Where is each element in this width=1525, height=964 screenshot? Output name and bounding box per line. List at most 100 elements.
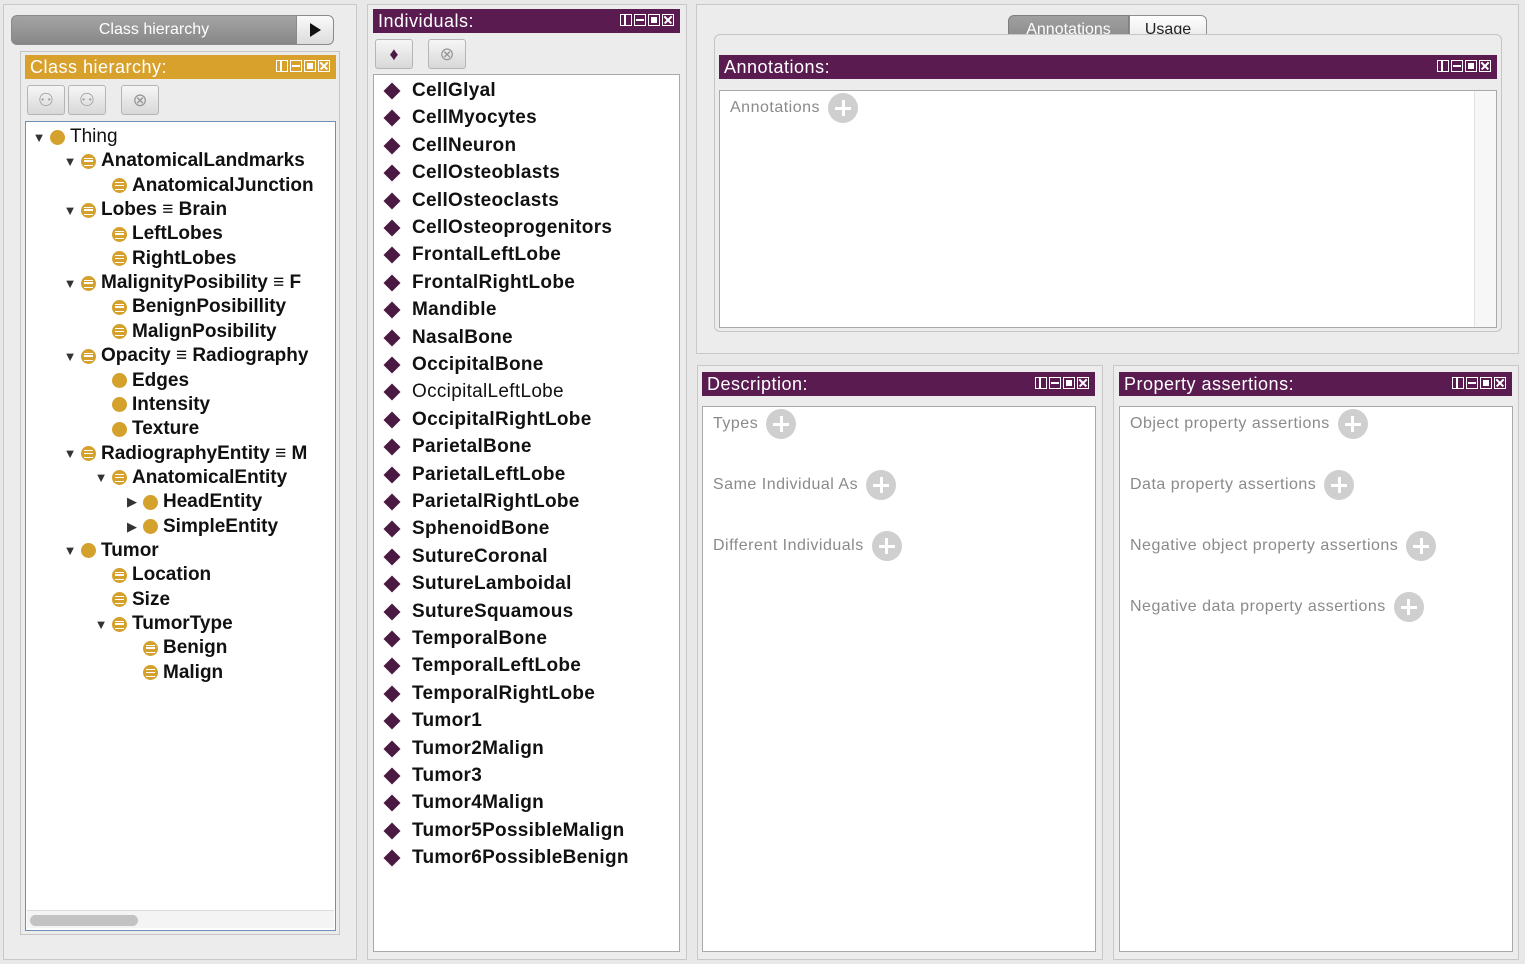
individual-item[interactable]: SutureCoronal	[382, 544, 548, 570]
individual-item[interactable]: NasalBone	[382, 325, 513, 351]
object-property-section: Object property assertions	[1130, 409, 1368, 439]
add-same-individual-icon[interactable]	[866, 470, 897, 500]
collapse-icon[interactable]: ▼	[90, 617, 112, 632]
class-icon	[112, 421, 127, 437]
window-controls[interactable]	[1452, 377, 1506, 389]
add-sibling-class-button[interactable]: ⚇	[68, 85, 106, 115]
collapse-icon[interactable]: ▼	[59, 349, 81, 364]
class-tree-item[interactable]: Malign	[121, 661, 223, 685]
individual-item[interactable]: SphenoidBone	[382, 516, 550, 542]
class-tree-item-label: HeadEntity	[163, 491, 263, 513]
class-tree-item[interactable]: RightLobes	[90, 247, 237, 271]
class-tree-item[interactable]: ▼ Tumor	[59, 539, 159, 563]
individual-item[interactable]: CellMyocytes	[382, 105, 537, 131]
class-hierarchy-tab[interactable]: Class hierarchy	[11, 15, 296, 45]
window-controls[interactable]	[620, 14, 674, 26]
class-tree-item[interactable]: ▶ HeadEntity	[121, 490, 262, 514]
collapse-icon[interactable]: ▼	[90, 470, 112, 485]
individual-icon	[383, 740, 401, 758]
class-icon	[112, 373, 127, 388]
individual-item[interactable]: OccipitalBone	[382, 352, 544, 378]
class-tree-item[interactable]: Intensity	[90, 393, 210, 417]
collapse-icon[interactable]: ▼	[59, 203, 81, 218]
individual-item[interactable]: Tumor3	[382, 763, 482, 789]
individual-label: CellMyocytes	[412, 107, 538, 129]
defined-class-icon	[81, 446, 96, 462]
individual-item[interactable]: FrontalRightLobe	[382, 270, 575, 296]
individual-item[interactable]: Tumor1	[382, 708, 482, 734]
add-negative-object-property-icon[interactable]	[1406, 531, 1437, 561]
window-controls[interactable]	[1437, 60, 1491, 72]
individual-item[interactable]: CellOsteoprogenitors	[382, 215, 612, 241]
window-controls[interactable]	[1035, 377, 1089, 389]
defined-class-icon	[112, 592, 127, 608]
collapse-icon[interactable]: ▼	[59, 276, 81, 291]
class-tree-item[interactable]: ▼ AnatomicalLandmarks	[59, 149, 305, 173]
class-tree-item[interactable]: Texture	[90, 417, 199, 441]
class-tree-item[interactable]: ▼ AnatomicalEntity	[90, 466, 288, 490]
individual-label: CellOsteoclasts	[412, 189, 560, 211]
individual-item[interactable]: ParietalLeftLobe	[382, 462, 566, 488]
individual-label: TemporalRightLobe	[412, 682, 596, 704]
class-tree-item[interactable]: Location	[90, 563, 211, 587]
expand-icon[interactable]: ▶	[121, 494, 143, 510]
collapse-icon[interactable]: ▼	[28, 130, 50, 145]
individual-item[interactable]: Mandible	[382, 297, 497, 323]
collapse-icon[interactable]: ▼	[59, 446, 81, 461]
class-tree-item[interactable]: ▼ Lobes ≡ Brain	[59, 198, 228, 222]
class-tree-item[interactable]: Edges	[90, 369, 189, 393]
window-controls[interactable]	[276, 60, 330, 72]
add-individual-button[interactable]: ♦	[375, 39, 413, 69]
individual-item[interactable]: CellOsteoclasts	[382, 188, 559, 214]
delete-individual-button[interactable]: ⊗	[428, 39, 466, 69]
individual-item[interactable]: Tumor6PossibleBenign	[382, 845, 629, 871]
types-section: Types	[713, 409, 797, 439]
individual-item[interactable]: Tumor2Malign	[382, 736, 544, 762]
expand-icon[interactable]: ▶	[121, 519, 143, 535]
individual-item[interactable]: SutureSquamous	[382, 599, 574, 625]
class-tree-item[interactable]: Benign	[121, 636, 227, 660]
individual-item[interactable]: OccipitalLeftLobe	[382, 379, 564, 405]
class-tree-item[interactable]: ▶ SimpleEntity	[121, 515, 278, 539]
add-negative-data-property-icon[interactable]	[1393, 592, 1424, 622]
class-tree-item[interactable]: ▼ RadiographyEntity ≡ M	[59, 442, 308, 466]
class-tree-item-label: RadiographyEntity ≡ M	[101, 442, 308, 464]
class-tree-item[interactable]: Size	[90, 588, 170, 612]
tab-scroll-right-button[interactable]	[296, 15, 334, 45]
class-tree-item[interactable]: ▼ Opacity ≡ Radiography	[59, 344, 309, 368]
class-tree[interactable]: ▼ Thing ▼ AnatomicalLandmarks AnatomicalJunc…	[25, 121, 336, 931]
horizontal-scrollbar[interactable]	[27, 910, 334, 928]
individual-icon	[383, 822, 401, 840]
scrollbar-thumb[interactable]	[30, 915, 138, 926]
individual-item[interactable]: CellOsteoblasts	[382, 160, 560, 186]
individual-item[interactable]: SutureLamboidal	[382, 571, 572, 597]
individual-item[interactable]: Tumor4Malign	[382, 790, 544, 816]
add-object-property-icon[interactable]	[1337, 409, 1368, 439]
annotations-scrollbar[interactable]	[1474, 91, 1496, 327]
individual-item[interactable]: ParietalBone	[382, 434, 532, 460]
individual-item[interactable]: CellNeuron	[382, 133, 516, 159]
add-different-individual-icon[interactable]	[871, 531, 902, 561]
collapse-icon[interactable]: ▼	[59, 543, 81, 558]
individual-item[interactable]: FrontalLeftLobe	[382, 242, 561, 268]
add-data-property-icon[interactable]	[1324, 470, 1355, 500]
add-type-icon[interactable]	[766, 409, 797, 439]
class-tree-item[interactable]: ▼ Thing	[28, 125, 118, 149]
class-tree-item[interactable]: ▼ MalignityPosibility ≡ F	[59, 271, 302, 295]
class-tree-item[interactable]: ▼ TumorType	[90, 612, 233, 636]
individual-item[interactable]: TemporalRightLobe	[382, 681, 595, 707]
individual-item[interactable]: ParietalRightLobe	[382, 489, 580, 515]
delete-class-button[interactable]: ⊗	[121, 85, 159, 115]
class-tree-item[interactable]: LeftLobes	[90, 222, 223, 246]
individual-item[interactable]: Tumor5PossibleMalign	[382, 818, 625, 844]
add-subclass-button[interactable]: ⚇	[27, 85, 65, 115]
individual-item[interactable]: TemporalLeftLobe	[382, 653, 581, 679]
class-tree-item[interactable]: AnatomicalJunction	[90, 174, 314, 198]
collapse-icon[interactable]: ▼	[59, 154, 81, 169]
class-tree-item[interactable]: MalignPosibility	[90, 320, 277, 344]
individual-item[interactable]: TemporalBone	[382, 626, 547, 652]
class-tree-item[interactable]: BenignPosibillity	[90, 295, 286, 319]
individual-item[interactable]: CellGlyal	[382, 78, 496, 104]
individual-item[interactable]: OccipitalRightLobe	[382, 407, 592, 433]
add-annotation-icon[interactable]	[828, 93, 859, 123]
